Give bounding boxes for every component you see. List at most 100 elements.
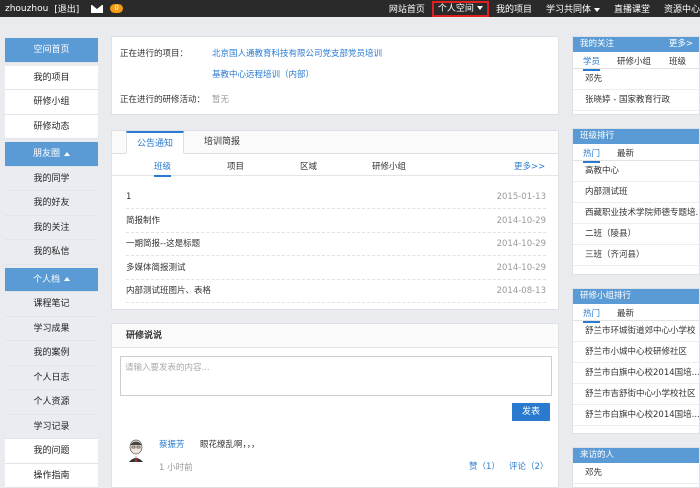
publish-button[interactable]: 发表	[512, 403, 550, 421]
notice-date: 2014-08-13	[496, 286, 546, 296]
tab-training-briefs[interactable]: 培训简报	[192, 131, 252, 154]
notice-date: 2014-10-29	[496, 215, 546, 226]
nav-my-projects[interactable]: 我的项目	[489, 2, 539, 15]
rank-item[interactable]: 舒兰市小城中心校研修社区	[573, 342, 699, 363]
mail-count-badge: 0	[110, 4, 123, 13]
sidebar-item[interactable]: 我的同学	[5, 166, 98, 191]
top-nav: 网站首页 个人空间 我的项目 学习共同体 直播课堂 资源中心	[382, 0, 700, 17]
sidebar-item-label: 我的同学	[33, 173, 70, 184]
notice-row[interactable]: 内部测试班图片、表格 2014-08-13	[126, 280, 546, 303]
sidebar-item[interactable]: 学习记录	[5, 414, 98, 439]
sidebar-item[interactable]: 个人档	[5, 267, 98, 292]
notice-title: 内部测试班图片、表格	[126, 286, 212, 296]
notice-date: 2014-10-29	[496, 262, 546, 273]
nav-site-home[interactable]: 网站首页	[382, 2, 432, 15]
sidebar-item[interactable]: 我的案例	[5, 341, 98, 366]
current-activity-label: 正在进行的研修活动：	[120, 95, 206, 105]
rank-item[interactable]: 二班（陵县）	[573, 224, 699, 245]
sidebar-item-label: 我的私信	[33, 247, 70, 257]
subtab-class[interactable]: 班级	[154, 160, 172, 177]
sidebar-item[interactable]: 操作指南	[5, 463, 98, 488]
rank-item[interactable]: 舒兰市白旗中心校2014国培...	[573, 363, 699, 384]
rank-item[interactable]: 舒兰市白旗中心校2014国培...	[573, 405, 699, 426]
subtab-project[interactable]: 项目	[227, 160, 244, 172]
tab-announcements[interactable]: 公告通知	[126, 131, 184, 154]
subtab-study-group[interactable]: 研修小组	[372, 160, 406, 172]
project-link-2[interactable]: 基教中心远程培训（内部）	[212, 68, 314, 80]
my-follow-title: 我的关注	[580, 39, 615, 49]
tab-students[interactable]: 学员	[583, 55, 601, 71]
rank-item[interactable]: 西藏职业技术学院师德专题培...	[573, 203, 699, 224]
current-activity-value: 暂无	[212, 95, 230, 105]
notice-row[interactable]: 一期简报--这是标题 2014-10-29	[126, 233, 546, 256]
mail-icon[interactable]	[91, 4, 104, 13]
post-input[interactable]: 请输入要发表的内容...	[120, 356, 552, 396]
rank-item[interactable]: 内部测试班	[573, 182, 699, 203]
logout-link[interactable]: [退出]	[54, 2, 79, 15]
tab-classes[interactable]: 班级	[669, 55, 686, 67]
chevron-down-icon	[593, 7, 600, 12]
sidebar-item-label: 个人日志	[33, 372, 70, 383]
class-rank-title: 班级排行	[573, 129, 699, 144]
like-button[interactable]: 赞（1）	[469, 460, 500, 472]
sidebar-item[interactable]: 个人资源	[5, 390, 98, 415]
group-rank-list: 舒兰市环城街道郊中心小学校 舒兰市小城中心校研修社区 舒兰市白旗中心校2014国培.…	[573, 321, 699, 426]
follow-item[interactable]: 邓先	[573, 69, 699, 90]
nav-live-class[interactable]: 直播课堂	[607, 2, 657, 15]
sidebar-item[interactable]: 课程笔记	[5, 292, 98, 317]
notice-more-link[interactable]: 更多>>	[514, 160, 545, 172]
rank-item[interactable]: 高教中心	[573, 161, 699, 182]
tab-hot[interactable]: 热门	[583, 147, 601, 163]
nav-personal-space-label: 个人空间	[437, 3, 474, 14]
notice-row[interactable]: 1 2015-01-13	[126, 186, 546, 209]
tab-hot[interactable]: 热门	[583, 307, 601, 323]
chevron-down-icon	[476, 6, 483, 10]
sidebar-item[interactable]: 学习成果	[5, 316, 98, 341]
sidebar-item[interactable]: 研修动态	[5, 114, 98, 139]
tab-latest[interactable]: 最新	[617, 307, 634, 319]
sidebar-item[interactable]: 我的项目	[5, 65, 98, 90]
chevron-up-icon	[64, 277, 70, 281]
nav-resource-center[interactable]: 资源中心	[657, 2, 700, 15]
nav-personal-space[interactable]: 个人空间	[431, 0, 489, 17]
sidebar-item[interactable]: 个人日志	[5, 365, 98, 390]
sidebar-item[interactable]: 空间首页	[5, 38, 98, 63]
sidebar-item[interactable]: 我的关注	[5, 215, 98, 240]
sidebar-item[interactable]: 朋友圈	[5, 142, 98, 167]
sidebar-item-label: 学习成果	[33, 323, 70, 334]
post-author[interactable]: 蔡振芳	[159, 438, 185, 450]
top-bar: zhouzhou [退出] 0 网站首页 个人空间 我的项目 学习共同体 直播课…	[0, 0, 700, 17]
sidebar: 空间首页 我的项目 研修小组 研修动态朋友圈我的同学我的好友 我的关注我的私信个人档课程…	[5, 38, 98, 488]
sidebar-item[interactable]: 我的好友	[5, 191, 98, 216]
notice-row[interactable]: 多媒体简报测试 2014-10-29	[126, 257, 546, 280]
my-follow-more[interactable]: 更多>	[669, 37, 693, 52]
sidebar-item[interactable]: 我的问题	[5, 439, 98, 464]
tab-latest[interactable]: 最新	[617, 147, 634, 159]
comment-button[interactable]: 评论（2）	[509, 460, 548, 472]
visitor-item[interactable]: 邓先	[573, 463, 699, 484]
nav-learning-community[interactable]: 学习共同体	[539, 2, 607, 15]
rank-item[interactable]: 舒兰市环城街道郊中心小学校	[573, 321, 699, 342]
subtab-region[interactable]: 区域	[300, 160, 317, 172]
sidebar-item-label: 课程笔记	[33, 299, 70, 309]
sidebar-item[interactable]: 我的私信	[5, 240, 98, 265]
rank-item[interactable]: 舒兰市吉舒街中心小学校社区	[573, 384, 699, 405]
sidebar-item-label: 个人资源	[33, 397, 70, 407]
project-link-1[interactable]: 北京国人通教育科技有限公司党支部党员培训	[212, 47, 382, 59]
notice-title: 一期简报--这是标题	[126, 239, 201, 249]
follow-item[interactable]: 张晓婷 - 国家教育行政	[573, 90, 699, 111]
notice-title: 1	[126, 192, 132, 202]
notice-title: 简报制作	[126, 215, 161, 226]
sidebar-item-label: 我的案例	[33, 348, 70, 358]
sidebar-item[interactable]: 研修小组	[5, 90, 98, 115]
group-rank-tabs: 热门 最新	[573, 304, 699, 323]
username[interactable]: zhouzhou	[5, 4, 48, 14]
tab-study-groups[interactable]: 研修小组	[617, 55, 651, 67]
post-content: 眼花缭乱啊，，，	[200, 440, 260, 450]
class-rank-tabs: 热门 最新	[573, 144, 699, 163]
notice-row[interactable]: 简报制作 2014-10-29	[126, 210, 546, 233]
rank-item[interactable]: 三班（齐河县）	[573, 245, 699, 266]
sidebar-item-label: 个人档	[32, 274, 60, 285]
avatar[interactable]	[126, 436, 146, 462]
sidebar-item-label: 操作指南	[33, 470, 70, 481]
